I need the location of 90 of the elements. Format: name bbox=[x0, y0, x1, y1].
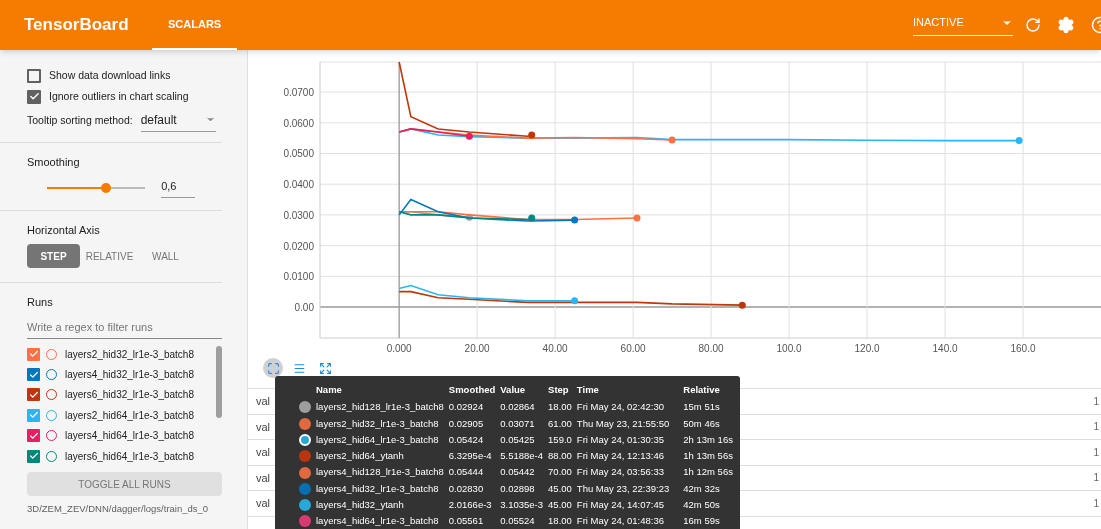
tooltip-cell-text: 61.00 bbox=[548, 416, 573, 431]
y-tick-label: 0.0500 bbox=[283, 148, 314, 160]
tooltip-cell-text: 0.05424 bbox=[448, 432, 485, 447]
tooltip-cell-text: 45.00 bbox=[548, 498, 573, 513]
tooltip-cell-text: Fri May 24, 03:56:33 bbox=[576, 465, 665, 480]
tooltip-cell-text: 18.00 bbox=[548, 400, 573, 415]
tooltip-cell-text: layers2_hid64_lr1e-3_batch8 bbox=[316, 432, 440, 447]
y-tick-label: 0.00 bbox=[294, 302, 314, 313]
tooltip-cell-text: Fri May 24, 14:07:45 bbox=[576, 498, 665, 513]
column-header: Name bbox=[316, 383, 343, 397]
tooltip-cell-text: 88.00 bbox=[548, 449, 573, 464]
tooltip-cell-text: 18.00 bbox=[548, 514, 573, 529]
run-name: layers2_hid64_lr1e-3_batch8 bbox=[65, 408, 194, 423]
y-tick-label: 0.0200 bbox=[283, 240, 314, 252]
tooltip-cell-text: 1h 12m 56s bbox=[683, 465, 734, 480]
log-directory: 3D/ZEM_ZEV/DNN/dagger/logs/train_ds_0 bbox=[27, 502, 210, 517]
x-tick-label: 160.0 bbox=[1010, 343, 1036, 354]
tooltip-cell-text: 0.05442 bbox=[500, 465, 536, 480]
x-tick-label: 140.0 bbox=[932, 343, 958, 354]
column-header: Step bbox=[548, 383, 570, 397]
x-tick-label: 20.00 bbox=[464, 343, 490, 354]
tooltip-cell-text: 42m 50s bbox=[683, 498, 721, 513]
category-count: 1 bbox=[1093, 445, 1100, 460]
tooltip-cell-text: 0.02905 bbox=[448, 416, 485, 431]
x-tick-label: 100.0 bbox=[776, 343, 802, 354]
checkbox-label: Show data download links bbox=[49, 68, 171, 83]
tooltip-cell-text: 0.02864 bbox=[500, 400, 536, 415]
run-name: layers4_hid64_lr1e-3_batch8 bbox=[65, 429, 194, 444]
tooltip-cell-text: Thu May 23, 22:39:23 bbox=[576, 481, 671, 496]
tooltip-cell-text: 42m 32s bbox=[683, 481, 721, 496]
tooltip-cell-text: 0.05425 bbox=[500, 432, 536, 447]
x-tick-label: 0.000 bbox=[386, 343, 412, 354]
y-tick-label: 0.0600 bbox=[283, 117, 314, 129]
run-name: layers2_hid32_lr1e-3_batch8 bbox=[65, 347, 194, 362]
tooltip-cell-text: 0.02898 bbox=[500, 481, 536, 496]
tooltip-cell-text: 0.03071 bbox=[500, 416, 536, 431]
x-tick-label: 80.00 bbox=[698, 343, 724, 354]
tooltip-cell-text: layers4_hid64_lr1e-3_batch8 bbox=[316, 514, 440, 529]
tooltip-cell-text: 70.00 bbox=[548, 465, 573, 480]
section-title: Smoothing bbox=[27, 154, 81, 170]
column-header: Smoothed bbox=[448, 383, 497, 397]
y-tick-label: 0.0100 bbox=[283, 271, 314, 283]
tooltip-cell-text: 50m 46s bbox=[683, 416, 721, 431]
run-name: layers6_hid64_lr1e-3_batch8 bbox=[65, 449, 194, 464]
tooltip-cell-text: 0.05444 bbox=[448, 465, 485, 480]
tooltip-sorting-label: Tooltip sorting method: bbox=[27, 113, 133, 129]
tooltip-cell-text: Fri May 24, 01:48:36 bbox=[576, 514, 665, 529]
y-tick-label: 0.0400 bbox=[283, 179, 314, 191]
tooltip-cell-text: layers4_hid32_ytanh bbox=[316, 498, 405, 513]
tooltip-cell-text: 3.1035e-3 bbox=[500, 498, 545, 513]
checkbox-label: Ignore outliers in chart scaling bbox=[49, 88, 189, 104]
y-tick-label: 0.0700 bbox=[283, 87, 314, 99]
tooltip-cell-text: Fri May 24, 02:42:30 bbox=[576, 400, 665, 415]
tooltip-cell-text: 0.05561 bbox=[448, 514, 485, 529]
tooltip-cell-text: 16m 59s bbox=[683, 514, 721, 529]
tooltip-cell-text: 0.02924 bbox=[448, 400, 485, 415]
tooltip-cell-text: layers4_hid32_lr1e-3_batch8 bbox=[316, 481, 440, 496]
tooltip-cell-text: 1h 13m 56s bbox=[683, 449, 734, 464]
tooltip-cell-text: 2.0166e-3 bbox=[448, 498, 493, 513]
category-count: 1 bbox=[1093, 496, 1100, 511]
category-count: 1 bbox=[1093, 394, 1100, 409]
app-title: TensorBoard bbox=[24, 14, 130, 37]
column-header: Relative bbox=[683, 383, 721, 397]
column-header: Value bbox=[500, 383, 527, 397]
column-header: Time bbox=[576, 383, 600, 397]
x-tick-label: 60.00 bbox=[620, 343, 646, 354]
tooltip-cell-text: 159.0 bbox=[548, 432, 573, 447]
category-count: 1 bbox=[1093, 471, 1100, 486]
section-title: Horizontal Axis bbox=[27, 222, 101, 238]
tooltip-cell-text: layers2_hid64_ytanh bbox=[316, 449, 405, 464]
tooltip-cell-text: Fri May 24, 12:13:46 bbox=[576, 449, 665, 464]
y-tick-label: 0.0300 bbox=[283, 209, 314, 221]
tooltip-cell-text: Thu May 23, 21:55:50 bbox=[576, 416, 671, 431]
tooltip-cell-text: 5.5188e-4 bbox=[500, 449, 545, 464]
tooltip-cell-text: 6.3295e-4 bbox=[448, 449, 493, 464]
tooltip-cell-text: 2h 13m 16s bbox=[683, 432, 734, 447]
tooltip-cell-text: layers2_hid32_lr1e-3_batch8 bbox=[316, 416, 440, 431]
tooltip-cell-text: layers4_hid128_lr1e-3_batch8 bbox=[316, 465, 445, 480]
section-title: Runs bbox=[27, 295, 54, 310]
tooltip-cell-text: Fri May 24, 01:30:35 bbox=[576, 432, 665, 447]
run-name: layers4_hid32_lr1e-3_batch8 bbox=[65, 368, 194, 383]
x-tick-label: 120.0 bbox=[854, 343, 880, 354]
tooltip-cell-text: 0.02830 bbox=[448, 481, 485, 496]
tooltip-cell-text: 15m 51s bbox=[683, 400, 721, 415]
run-name: layers6_hid32_lr1e-3_batch8 bbox=[65, 388, 194, 403]
category-count: 1 bbox=[1093, 420, 1100, 435]
tooltip-cell-text: layers2_hid128_lr1e-3_batch8 bbox=[316, 400, 445, 415]
tooltip-cell-text: 45.00 bbox=[548, 481, 573, 496]
tooltip-cell-text: 0.05524 bbox=[500, 514, 536, 529]
x-tick-label: 40.00 bbox=[542, 343, 568, 354]
